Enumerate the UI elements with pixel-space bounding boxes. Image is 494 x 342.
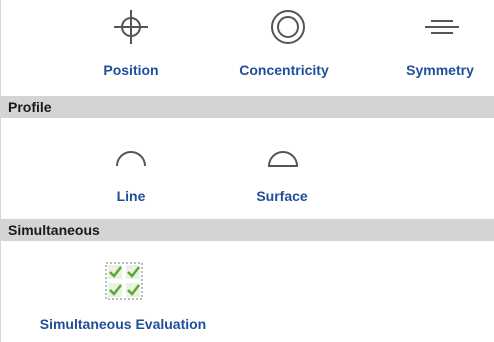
concentricity-label: Concentricity	[239, 62, 329, 78]
profile-section-header: Profile	[1, 96, 494, 118]
simultaneous-section-header: Simultaneous	[1, 219, 494, 241]
symmetry-icon	[425, 20, 459, 34]
simultaneous-evaluation-icon	[105, 262, 143, 300]
symmetry-label: Symmetry	[406, 62, 474, 78]
simultaneous-evaluation-tool[interactable]: Simultaneous Evaluation	[23, 244, 223, 336]
line-profile-icon	[116, 151, 146, 167]
simultaneous-evaluation-label: Simultaneous Evaluation	[39, 316, 207, 332]
position-tool[interactable]: Position	[86, 0, 176, 90]
position-label: Position	[103, 62, 159, 78]
symmetry-tool[interactable]: Symmetry	[395, 0, 491, 90]
concentricity-tool[interactable]: Concentricity	[238, 0, 338, 90]
line-profile-tool[interactable]: Line	[86, 120, 176, 212]
line-profile-label: Line	[116, 188, 146, 204]
location-tools-row: Position Concentricity Symmetry	[1, 0, 494, 92]
profile-tools-row: Line Surface	[1, 120, 494, 218]
concentricity-icon	[271, 10, 305, 44]
position-icon	[114, 10, 148, 44]
surface-profile-label: Surface	[256, 188, 308, 204]
surface-profile-tool[interactable]: Surface	[238, 120, 328, 212]
simultaneous-section-title: Simultaneous	[8, 222, 100, 238]
surface-profile-icon	[267, 151, 299, 167]
profile-section-title: Profile	[8, 99, 52, 115]
simultaneous-tools-row: Simultaneous Evaluation	[1, 244, 494, 342]
